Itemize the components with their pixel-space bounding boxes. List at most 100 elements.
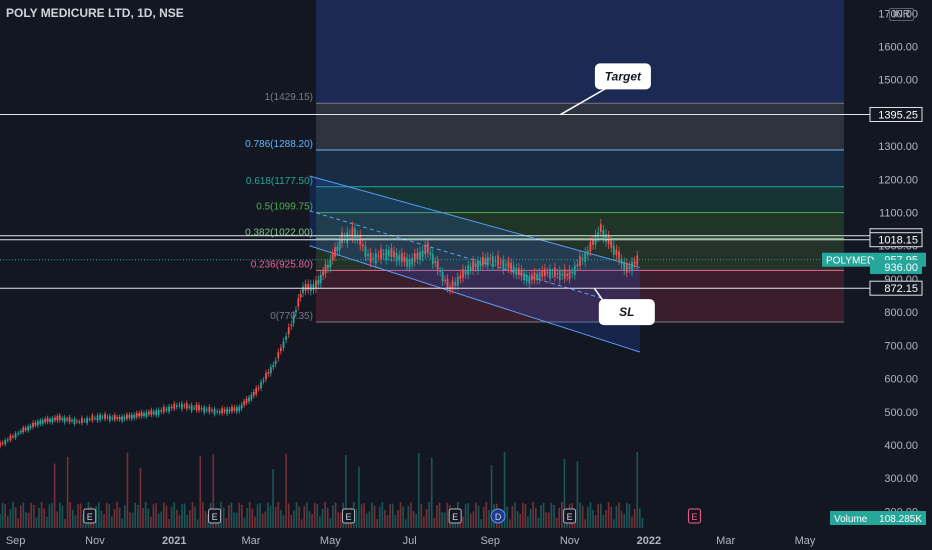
volume-bar — [389, 503, 391, 528]
candle-body — [499, 262, 502, 264]
candle-body — [49, 418, 51, 422]
volume-bar — [287, 503, 290, 528]
callout-text: Target — [605, 69, 642, 83]
candle-body — [208, 406, 211, 413]
y-tick-label: 800.00 — [884, 307, 918, 319]
volume-bar — [480, 519, 482, 528]
candle-body — [46, 418, 49, 422]
candle-body — [22, 427, 25, 433]
volume-bar — [238, 502, 241, 528]
volume-bar — [290, 514, 293, 528]
volume-bar — [53, 463, 56, 528]
volume-bar — [371, 502, 373, 528]
candle-body — [203, 407, 206, 413]
candle-body — [334, 247, 336, 257]
candle-body — [81, 417, 83, 423]
volume-bar — [178, 515, 181, 528]
candle-body — [200, 408, 203, 410]
candle-body — [104, 414, 106, 420]
candle-body — [123, 416, 126, 420]
volume-bar — [129, 512, 131, 528]
candle-body — [324, 264, 327, 274]
candle-body — [34, 422, 37, 426]
volume-bar — [319, 516, 321, 528]
candle-body — [491, 256, 494, 267]
candle-body — [195, 404, 198, 411]
x-tick-label: Jul — [403, 535, 417, 547]
volume-bar — [605, 510, 607, 528]
candle-body — [221, 408, 224, 414]
volume-bar — [324, 502, 326, 528]
candle-body — [436, 260, 439, 271]
candle-body — [290, 324, 293, 327]
volume-bar — [66, 456, 69, 528]
candle-body — [631, 261, 633, 272]
volume-bar — [425, 508, 428, 528]
candle-body — [106, 416, 109, 418]
volume-bar — [196, 519, 199, 528]
candle-body — [387, 250, 390, 256]
candle-body — [400, 253, 403, 262]
candle-body — [541, 270, 544, 277]
candle-body — [113, 414, 116, 420]
volume-bar — [355, 508, 358, 528]
volume-bar — [579, 502, 581, 528]
volume-bar — [33, 504, 35, 528]
volume-bar — [399, 502, 402, 528]
volume-bar — [368, 511, 371, 528]
volume-bar — [587, 506, 589, 528]
candle-body — [272, 364, 275, 368]
volume-bar — [626, 503, 628, 528]
candle-body — [71, 420, 73, 422]
volume-bar — [293, 510, 295, 528]
candle-body — [66, 418, 69, 421]
volume-bar — [259, 503, 261, 528]
candle-body — [44, 418, 47, 423]
candle-body — [27, 426, 30, 431]
level-price-label: 1395.25 — [878, 109, 918, 121]
currency-badge[interactable]: INR — [888, 8, 914, 21]
volume-bar — [358, 466, 360, 528]
candle-body — [118, 416, 121, 420]
candle-body — [584, 251, 587, 262]
volume-bar — [417, 453, 420, 528]
candle-body — [568, 269, 571, 280]
volume-bar — [477, 505, 480, 528]
volume-bar — [131, 512, 134, 528]
candle-body — [73, 419, 76, 424]
volume-bar — [628, 504, 631, 528]
candle-body — [61, 418, 64, 420]
volume-bar — [303, 505, 306, 528]
volume-bar — [373, 505, 376, 528]
candle-body — [369, 252, 372, 263]
candle-body — [416, 252, 419, 260]
candle-body — [504, 264, 507, 266]
candle-body — [434, 261, 437, 263]
volume-bar — [402, 506, 404, 528]
volume-bar — [553, 505, 555, 528]
volume-bar — [321, 508, 324, 528]
volume-bar — [199, 455, 202, 528]
volume-bar — [602, 515, 605, 528]
candle-body — [282, 341, 285, 348]
volume-bar — [59, 502, 61, 528]
candle-body — [346, 232, 349, 244]
volume-bar — [326, 507, 329, 528]
candle-body — [592, 239, 594, 245]
candle-body — [566, 273, 569, 277]
candle-body — [520, 269, 523, 277]
candle-body — [126, 414, 128, 419]
volume-bar — [506, 506, 508, 528]
volume-bar — [534, 507, 537, 528]
x-tick-label: Sep — [6, 535, 26, 547]
price-chart[interactable]: 1(1429.15) 0.786(1288.20) 0.618(1177.50) 0.… — [0, 0, 932, 550]
candle-body — [336, 246, 339, 252]
volume-name: Volume — [834, 514, 868, 525]
fib-level-label: 0.382(1022.00) — [245, 227, 313, 238]
volume-bar — [155, 503, 157, 528]
volume-bar — [64, 519, 66, 528]
volume-bar — [69, 502, 72, 528]
candle-body — [610, 240, 613, 248]
volume-bar — [25, 512, 27, 528]
candle-body — [561, 273, 564, 276]
